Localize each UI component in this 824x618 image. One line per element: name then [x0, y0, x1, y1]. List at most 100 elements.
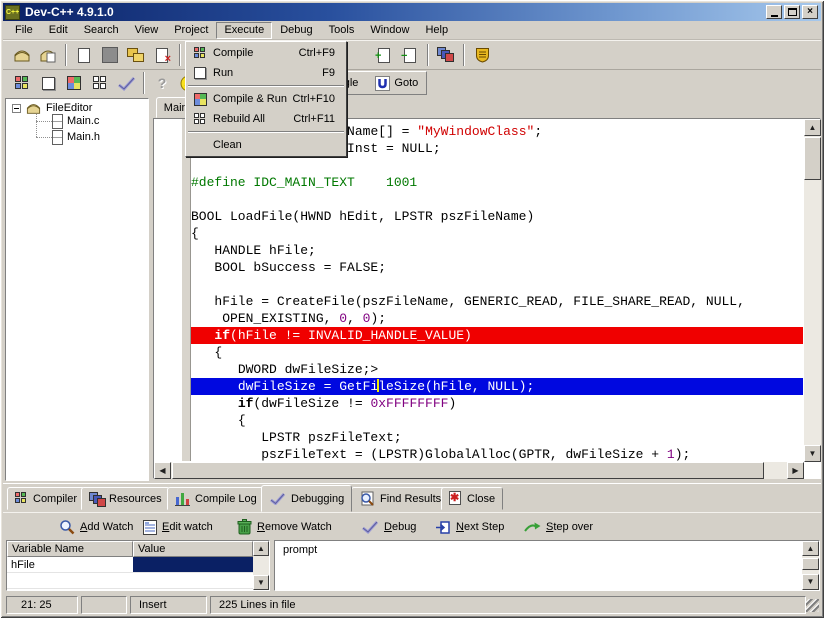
scroll-down-button[interactable]: ▼ [253, 575, 269, 590]
save-button[interactable] [123, 43, 149, 68]
minimize-button[interactable] [766, 5, 782, 19]
close-file-button[interactable]: × [149, 43, 175, 68]
add-to-project-button[interactable]: + [371, 43, 397, 68]
watch-column-variable-name[interactable]: Variable Name [7, 541, 133, 557]
step-over-button[interactable]: Step over [523, 518, 593, 536]
menu-item-run[interactable]: Run F9 [187, 63, 345, 83]
scroll-up-button[interactable]: ▲ [804, 119, 821, 136]
menu-debug[interactable]: Debug [272, 22, 320, 39]
scroll-down-button[interactable]: ▼ [804, 445, 821, 462]
scroll-left-button[interactable]: ◀ [154, 462, 171, 479]
code-line: hFile = CreateFile(pszFileName, GENERIC_… [191, 293, 803, 310]
open-file-button[interactable] [97, 43, 123, 68]
menu-item-compile-run[interactable]: Compile & Run Ctrl+F10 [187, 89, 345, 109]
hscroll-thumb[interactable] [172, 462, 764, 479]
menu-separator [188, 85, 344, 87]
devcpp-window: C++ Dev-C++ 4.9.1.0 × File Edit Search V… [0, 0, 824, 618]
remove-watch-button[interactable]: Remove Watch [237, 518, 332, 536]
new-source-button[interactable] [71, 43, 97, 68]
open-project-button[interactable] [35, 43, 61, 68]
watch-column-value[interactable]: Value [133, 541, 253, 557]
edit-watch-button[interactable]: Edit watch [143, 518, 213, 536]
code-line: if(dwFileSize != 0xFFFFFFFF) [191, 395, 803, 412]
debug-check-button[interactable] [113, 71, 139, 96]
tree-item-main-h[interactable]: Main.h [52, 130, 100, 144]
menu-help[interactable]: Help [417, 22, 456, 39]
collapse-icon[interactable] [12, 104, 21, 113]
rebuild-icon [194, 113, 207, 126]
menu-file[interactable]: File [7, 22, 41, 39]
titlebar[interactable]: C++ Dev-C++ 4.9.1.0 × [3, 3, 821, 21]
menu-search[interactable]: Search [76, 22, 127, 39]
watch-empty-row[interactable] [7, 573, 133, 589]
add-watch-button[interactable]: Add Watch [59, 518, 133, 536]
menu-project[interactable]: Project [166, 22, 216, 39]
menu-item-compile[interactable]: Compile Ctrl+F9 [187, 43, 345, 63]
compile-run-icon [67, 76, 81, 90]
tab-compile-log[interactable]: Compile Log [167, 487, 265, 510]
check-icon [361, 520, 379, 534]
menu-item-clean[interactable]: Clean [187, 135, 345, 155]
close-button[interactable]: × [802, 5, 818, 19]
watch-row-hfile-value[interactable] [133, 557, 253, 573]
tree-connector [36, 121, 52, 122]
resize-grip[interactable] [806, 599, 819, 612]
tree-connector [36, 137, 52, 138]
scroll-down-button[interactable]: ▼ [802, 574, 819, 590]
remove-from-project-button[interactable]: − [397, 43, 423, 68]
status-insert-mode: Insert [130, 596, 207, 614]
tab-resources[interactable]: Resources [81, 487, 170, 510]
run-button[interactable] [35, 71, 61, 96]
copies-icon [437, 47, 455, 63]
status-cursor-position: 21: 25 [6, 596, 78, 614]
menu-execute[interactable]: Execute [216, 22, 272, 39]
scroll-right-button[interactable]: ▶ [787, 462, 804, 479]
project-options-button[interactable] [433, 43, 459, 68]
toolbar-separator [143, 72, 145, 94]
tab-close[interactable]: ✱ Close [441, 487, 503, 510]
rebuild-icon [93, 76, 108, 91]
watch-empty-row[interactable] [133, 573, 253, 589]
tab-compiler[interactable]: Compiler [7, 487, 85, 510]
compile-icon [15, 76, 30, 91]
compile-button[interactable] [9, 71, 35, 96]
next-step-button[interactable]: Next Step [435, 518, 504, 536]
scroll-up-button[interactable]: ▲ [253, 541, 269, 556]
scroll-up-button[interactable]: ▲ [802, 541, 819, 556]
new-project-icon [13, 47, 31, 63]
code-lines[interactable]: const char g_szClassName[] = "MyWindowCl… [191, 119, 803, 462]
compile-run-button[interactable] [61, 71, 87, 96]
project-icon [25, 101, 42, 115]
menu-view[interactable]: View [127, 22, 167, 39]
tab-find-results[interactable]: Find Results [351, 487, 449, 510]
watch-row-hfile-name[interactable]: hFile [7, 557, 133, 573]
tree-item-main-c[interactable]: Main.c [52, 114, 99, 128]
maximize-button[interactable] [784, 5, 800, 19]
menu-tools[interactable]: Tools [321, 22, 363, 39]
debug-button[interactable]: Debug [361, 518, 416, 536]
menu-item-rebuild-all[interactable]: Rebuild All Ctrl+F11 [187, 109, 345, 129]
watch-table[interactable]: Variable Name Value hFile ▲ ▼ [6, 540, 270, 591]
new-project-button[interactable] [9, 43, 35, 68]
debug-output-panel[interactable]: prompt ▲ ▼ [274, 540, 820, 591]
profile-button[interactable] [469, 43, 495, 68]
menu-edit[interactable]: Edit [41, 22, 76, 39]
new-source-icon [78, 48, 90, 63]
status-line-count: 225 Lines in file [210, 596, 806, 614]
project-browser[interactable]: FileEditor Main.c Main.h [5, 98, 149, 481]
menu-window[interactable]: Window [362, 22, 417, 39]
toolbar-separator [463, 44, 465, 66]
debug-output-text: prompt [283, 544, 317, 556]
output-scroll-thumb[interactable] [802, 558, 819, 570]
vscroll-thumb[interactable] [804, 137, 821, 180]
goto-bookmark-button[interactable]: Goto [375, 76, 418, 91]
save-icon [127, 47, 146, 64]
help-context-button[interactable]: ? [149, 71, 175, 96]
tree-root-label: FileEditor [46, 102, 92, 114]
tab-debugging[interactable]: Debugging [261, 485, 352, 512]
compile-run-icon [194, 93, 207, 106]
step-over-icon [523, 520, 541, 534]
code-line: BOOL bSuccess = FALSE; [191, 259, 803, 276]
rebuild-button[interactable] [87, 71, 113, 96]
add-to-project-icon: + [378, 48, 390, 63]
